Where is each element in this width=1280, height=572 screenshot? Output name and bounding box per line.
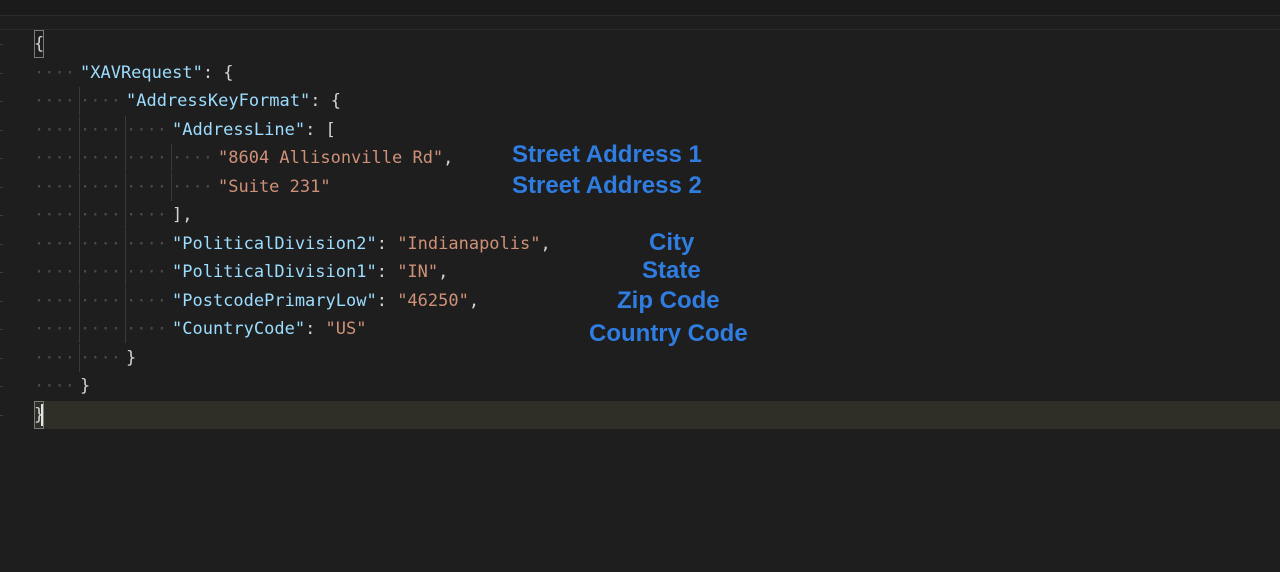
indent-guide: ···· [34, 176, 75, 197]
json-key: "AddressLine" [172, 119, 306, 140]
json-string: "8604 Allisonville Rd" [218, 148, 444, 168]
gutter-marker [0, 414, 3, 416]
indent-guide: ···· [125, 115, 172, 144]
indent-guide: ···· [125, 286, 172, 315]
text-cursor [41, 403, 44, 426]
json-punctuation: } [80, 376, 91, 396]
indent-guide: ···· [34, 290, 75, 311]
json-punctuation: , [540, 233, 551, 254]
indent-guide: ···· [34, 91, 75, 111]
json-punctuation: , [443, 148, 454, 168]
indent-guide: ···· [34, 148, 75, 168]
gutter-marker [0, 300, 3, 302]
indent-guide: ···· [79, 87, 126, 115]
indent-guide: ···· [79, 144, 126, 172]
indent-guide: ···· [34, 62, 75, 83]
code-line[interactable]: ····} [34, 372, 90, 400]
code-line[interactable]: ···· ···· ···· "AddressLine": [ [34, 115, 336, 144]
code-line[interactable]: ···· ···· ···· ···· "Suite 231" [34, 172, 331, 201]
json-punctuation: : [ [305, 119, 336, 140]
indent-guide: ···· [79, 286, 126, 315]
indent-guide: ···· [125, 315, 172, 343]
matched-bracket: { [34, 30, 45, 58]
json-punctuation: : [305, 319, 326, 339]
gutter-marker [0, 215, 3, 216]
gutter-marker [0, 329, 3, 330]
indent-guide: ···· [79, 115, 126, 144]
indent-guide: ···· [79, 343, 126, 372]
code-line[interactable]: ···· ···· ···· "PoliticalDivision2": "India… [34, 229, 551, 258]
json-punctuation: : [376, 262, 398, 282]
indent-guide: ···· [79, 229, 126, 258]
annotation-city: City [649, 229, 695, 256]
indent-guide: ···· [79, 315, 126, 343]
gutter-marker [0, 129, 3, 131]
json-punctuation: , [438, 262, 449, 282]
json-punctuation: : { [310, 91, 341, 111]
indent-guide: ···· [171, 144, 218, 172]
annotation-country-code: Country Code [589, 320, 748, 347]
json-punctuation: : { [202, 62, 234, 83]
indent-guide: ···· [171, 172, 218, 201]
json-key: "XAVRequest" [80, 62, 203, 83]
indent-guide: ···· [34, 262, 75, 282]
code-line[interactable]: ···· ···· ···· "PostcodePrimaryLow": "46250… [34, 286, 480, 315]
code-line[interactable]: ···· "XAVRequest": { [34, 59, 234, 87]
gutter-marker [0, 186, 3, 188]
indent-guide: ···· [125, 229, 172, 258]
json-string: "Indianapolis" [397, 233, 541, 254]
json-string: "Suite 231" [218, 176, 331, 197]
json-key: "AddressKeyFormat" [126, 91, 311, 111]
indent-guide: ···· [34, 347, 75, 368]
indent-guide: ···· [34, 119, 75, 140]
indent-guide: ···· [125, 144, 172, 172]
code-line[interactable]: } [34, 400, 1280, 429]
json-string: "46250" [397, 290, 469, 311]
code-line[interactable]: ···· ···· ···· "PoliticalDivision1": "IN", [34, 258, 448, 286]
gutter-marker [0, 158, 3, 159]
gutter-marker [0, 386, 3, 387]
code-line[interactable]: ···· ···· ···· ···· "8604 Allisonville Rd", [34, 144, 453, 172]
indent-guide: ···· [34, 205, 75, 225]
annotation-state: State [642, 257, 701, 284]
json-punctuation: , [468, 290, 480, 311]
indent-guide: ···· [34, 376, 75, 396]
code-line[interactable]: ···· ···· ····], [34, 201, 192, 229]
code-line[interactable]: ···· ···· ···· "CountryCode": "US" [34, 315, 367, 343]
annotation-zip-code: Zip Code [617, 287, 720, 314]
indent-guide: ···· [79, 201, 126, 229]
json-key: "PostcodePrimaryLow" [172, 290, 377, 311]
json-punctuation: ], [172, 205, 193, 225]
indent-guide: ···· [125, 201, 172, 229]
gutter-marker [0, 243, 3, 245]
indent-guide: ···· [125, 258, 172, 286]
json-key: "PoliticalDivision1" [172, 262, 377, 282]
indent-guide: ···· [34, 233, 75, 254]
json-punctuation: } [126, 347, 137, 368]
json-punctuation: : [376, 290, 398, 311]
code-line[interactable]: { [34, 30, 45, 58]
gutter-marker [0, 357, 3, 359]
gutter-marker [0, 44, 3, 45]
indent-guide: ···· [79, 172, 126, 201]
code-line[interactable]: ···· ···· "AddressKeyFormat": { [34, 87, 341, 115]
json-punctuation: : [376, 233, 398, 254]
json-string: "US" [325, 319, 367, 339]
gutter-marker [0, 101, 3, 102]
indent-guide: ···· [34, 319, 75, 339]
gutter-marker [0, 272, 3, 273]
indent-guide: ···· [125, 172, 172, 201]
annotation-street-address-1: Street Address 1 [512, 141, 702, 168]
top-bar [0, 0, 1280, 16]
annotation-street-address-2: Street Address 2 [512, 172, 702, 199]
gutter-marker [0, 72, 3, 74]
json-key: "CountryCode" [172, 319, 306, 339]
code-line[interactable]: ···· ····} [34, 343, 137, 372]
json-key: "PoliticalDivision2" [172, 233, 377, 254]
json-string: "IN" [397, 262, 439, 282]
indent-guide: ···· [79, 258, 126, 286]
